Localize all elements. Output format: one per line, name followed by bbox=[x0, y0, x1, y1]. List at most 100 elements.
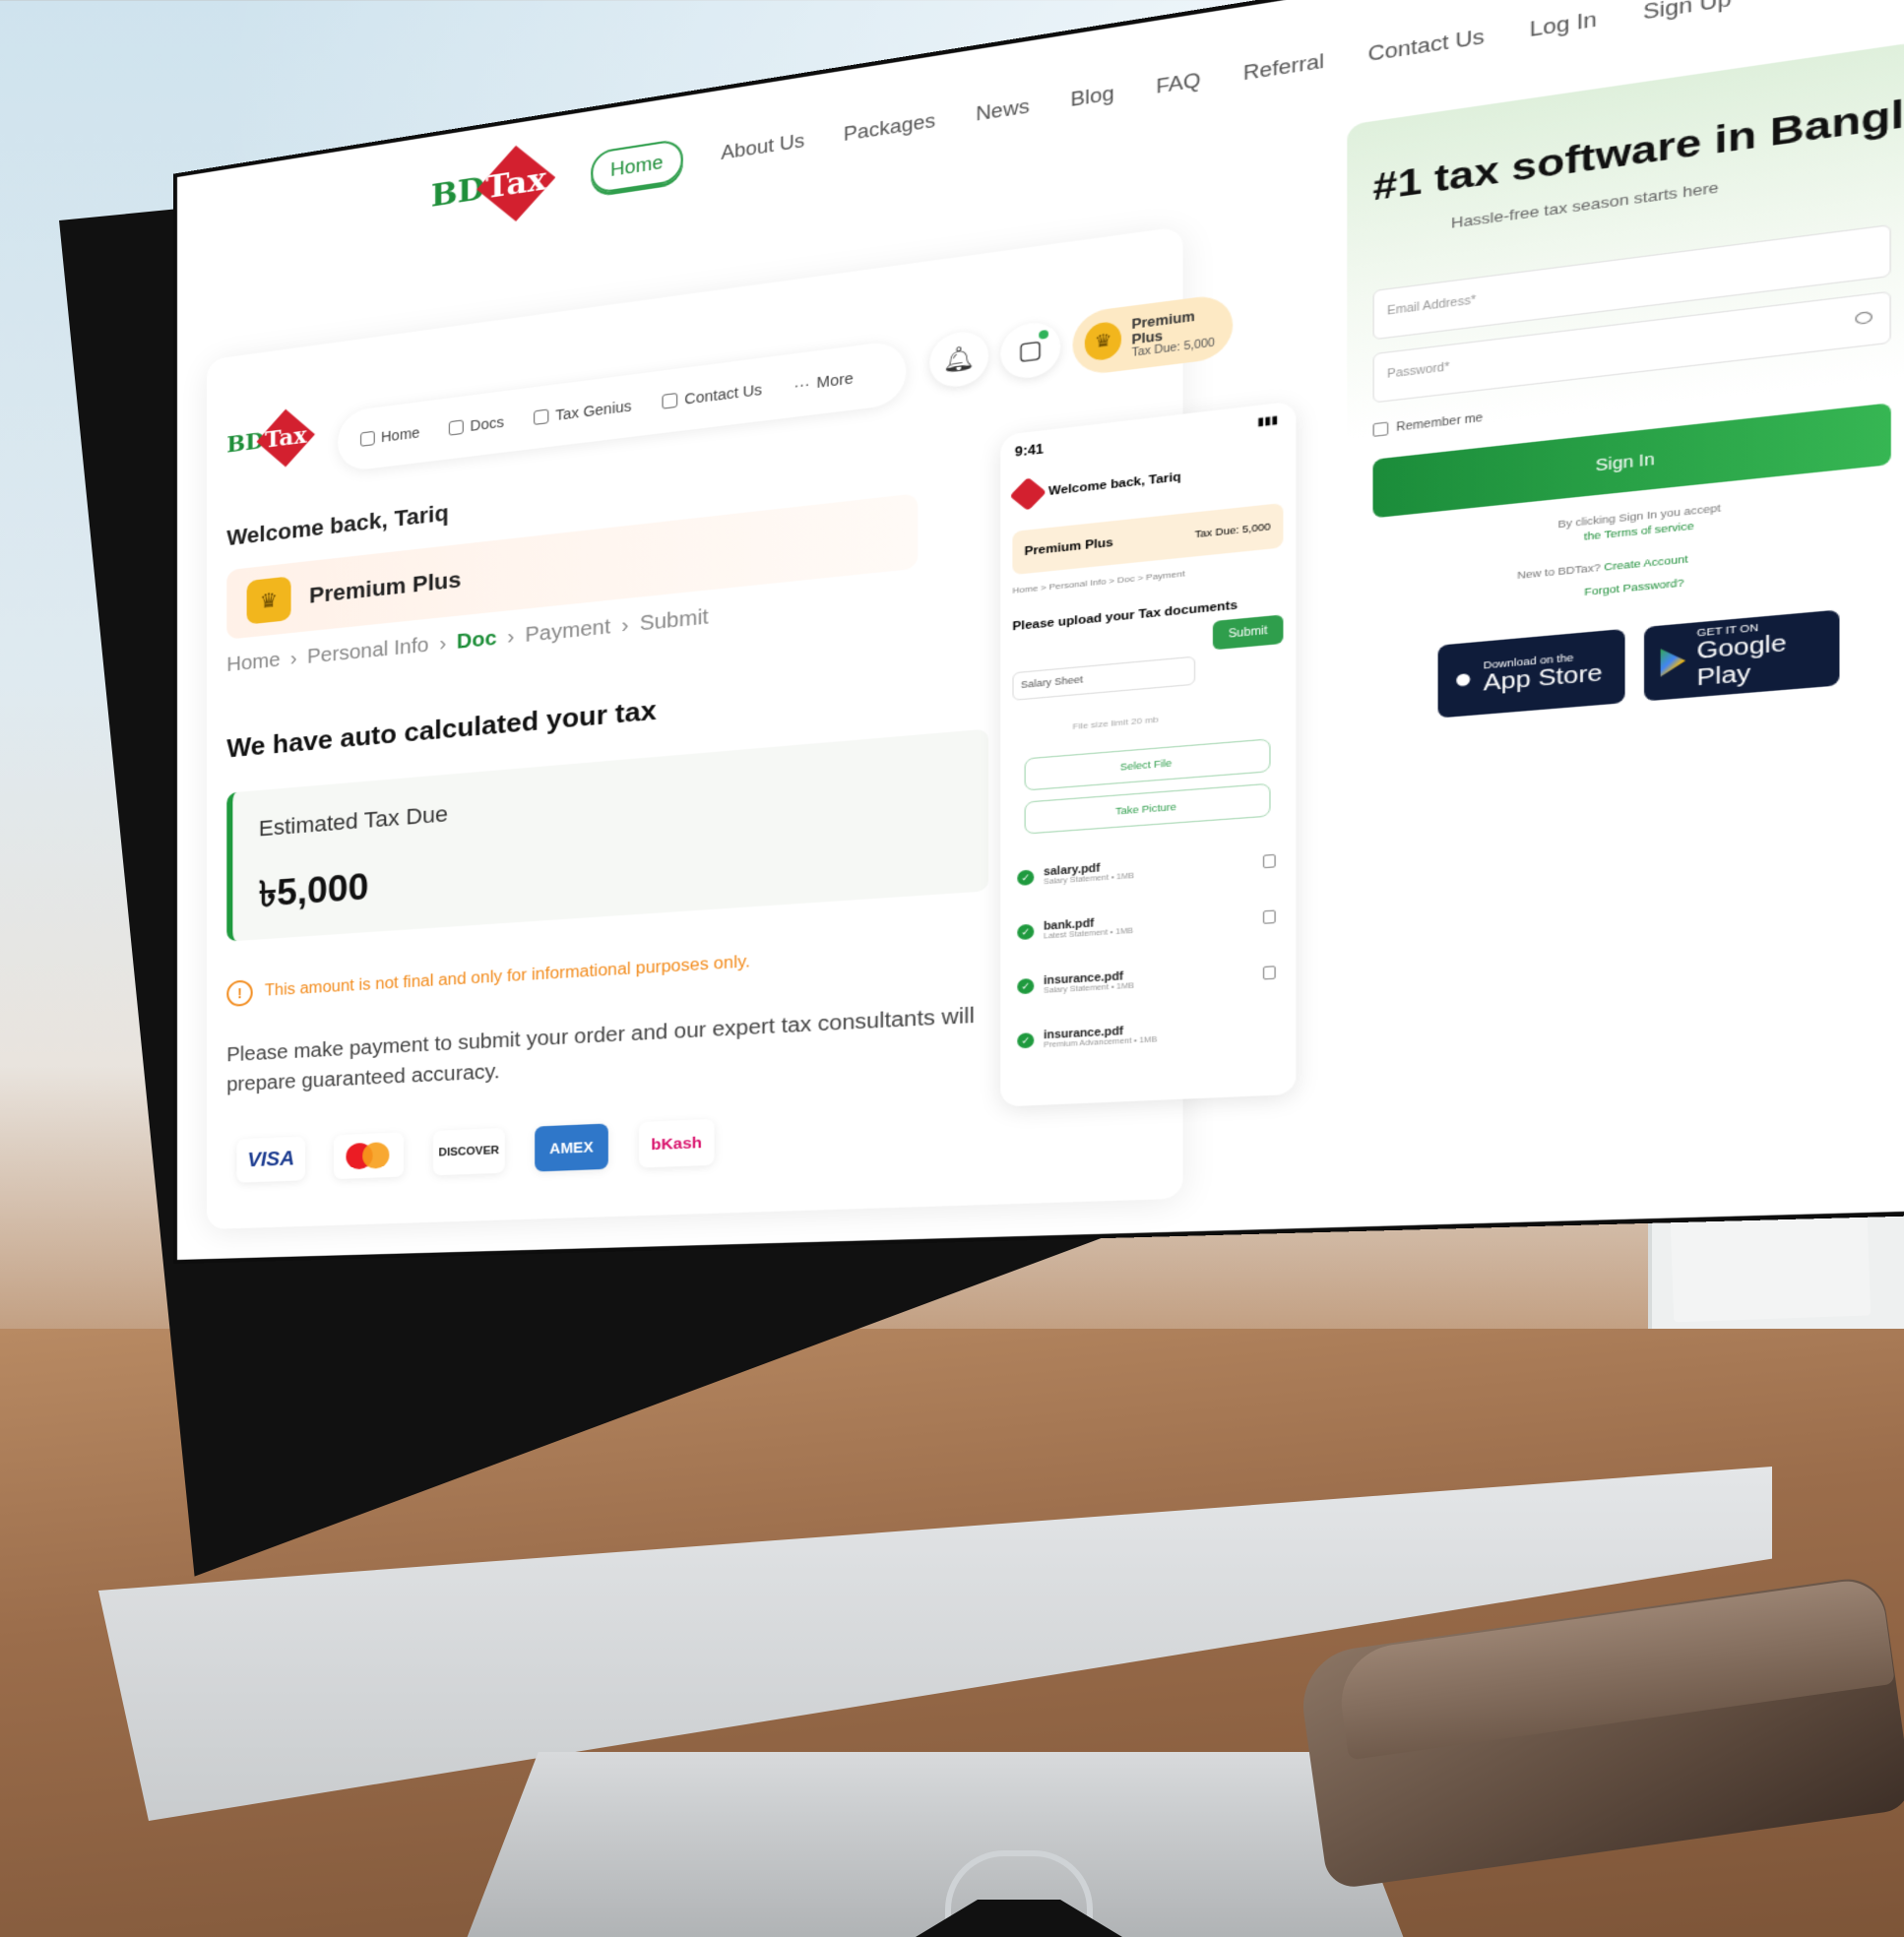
subnav-tax-genius[interactable]: Tax Genius bbox=[534, 397, 632, 426]
nav-about[interactable]: About Us bbox=[721, 130, 804, 164]
file-row[interactable]: ✓ bank.pdf Latest Statement • 1MB bbox=[1017, 895, 1276, 955]
info-icon bbox=[662, 392, 678, 409]
trash-icon[interactable] bbox=[1262, 966, 1276, 980]
google-play-icon bbox=[1661, 647, 1685, 677]
phone-submit-button[interactable]: Submit bbox=[1212, 614, 1284, 651]
file-info: insurance.pdf Premium Advancement • 1MB bbox=[1044, 1025, 1157, 1049]
visa-logo[interactable]: VISA bbox=[236, 1136, 305, 1183]
phone-plan-banner: Premium Plus Tax Due: 5,000 bbox=[1012, 502, 1284, 576]
file-info: salary.pdf Salary Statement • 1MB bbox=[1044, 860, 1134, 887]
nav-news[interactable]: News bbox=[976, 95, 1030, 126]
chat-icon: ▢ bbox=[1017, 335, 1044, 365]
subnav-home-label: Home bbox=[381, 423, 420, 446]
remember-checkbox[interactable] bbox=[1372, 421, 1389, 437]
phone-time: 9:41 bbox=[1014, 441, 1045, 461]
warning-text: This amount is not final and only for in… bbox=[264, 953, 750, 1000]
signal-icon: ▮▮▮ bbox=[1257, 413, 1279, 429]
select-file-button[interactable]: Select File bbox=[1024, 738, 1271, 791]
check-icon: ✓ bbox=[1017, 1032, 1035, 1049]
phone-logo bbox=[1009, 476, 1047, 512]
nav-login[interactable]: Log In bbox=[1530, 8, 1597, 42]
nav-blog[interactable]: Blog bbox=[1070, 82, 1114, 111]
subnav-more[interactable]: ··· More bbox=[793, 369, 853, 394]
chevron-right-icon: › bbox=[621, 613, 629, 638]
logo-tax: Tax bbox=[256, 406, 315, 470]
subnav-home[interactable]: Home bbox=[360, 424, 419, 448]
subnav-more-label: More bbox=[816, 369, 854, 392]
breadcrumb-payment[interactable]: Payment bbox=[525, 615, 610, 648]
site-logo[interactable]: BD Tax bbox=[431, 140, 556, 234]
breadcrumb-doc[interactable]: Doc bbox=[457, 627, 497, 655]
upload-heading: Please upload your Tax documents bbox=[1012, 598, 1238, 634]
new-pre: New to BDTax? bbox=[1517, 561, 1601, 582]
phone-breadcrumb: Home > Personal Info > Doc > Payment bbox=[1012, 568, 1185, 596]
screen: BD Tax Home About Us Packages News Blog … bbox=[177, 0, 1904, 1260]
home-icon bbox=[360, 430, 375, 447]
chevron-right-icon: › bbox=[289, 647, 297, 670]
file-row[interactable]: ✓ insurance.pdf Salary Statement • 1MB bbox=[1017, 950, 1276, 1008]
trash-icon[interactable] bbox=[1262, 909, 1276, 924]
dashboard-logo[interactable]: BD Tax bbox=[226, 406, 315, 474]
estimate-amount: ৳5,000 bbox=[258, 865, 369, 915]
upload-hint: File size limit 20 mb bbox=[1072, 714, 1159, 732]
breadcrumb-home[interactable]: Home bbox=[226, 649, 280, 677]
google-play-button[interactable]: GET IT ON Google Play bbox=[1644, 609, 1840, 702]
file-info: bank.pdf Latest Statement • 1MB bbox=[1044, 915, 1133, 941]
apple-icon: ● bbox=[1453, 662, 1473, 696]
create-account-link[interactable]: Create Account bbox=[1604, 553, 1688, 573]
take-picture-button[interactable]: Take Picture bbox=[1024, 782, 1271, 835]
breadcrumb-personal-info[interactable]: Personal Info bbox=[307, 634, 428, 669]
app-store-badges: ● Download on the App Store GET IT ON Go… bbox=[1437, 609, 1840, 719]
app-store-button[interactable]: ● Download on the App Store bbox=[1437, 628, 1625, 719]
more-icon: ··· bbox=[793, 374, 810, 395]
estimate-label: Estimated Tax Due bbox=[258, 800, 449, 842]
warning-note: ! This amount is not final and only for … bbox=[226, 949, 750, 1008]
nav-contact[interactable]: Contact Us bbox=[1368, 26, 1485, 67]
subnav-contact[interactable]: Contact Us bbox=[662, 381, 763, 410]
subnav-contact-label: Contact Us bbox=[684, 381, 763, 407]
package-badge[interactable]: ♛ Premium Plus Tax Due: 5,000 bbox=[1072, 292, 1234, 377]
discover-logo[interactable]: DISCOVER bbox=[432, 1127, 505, 1176]
phone-mockup: 9:41 ▮▮▮ Welcome back, Tariq Premium Plu… bbox=[1000, 401, 1297, 1107]
subnav-tax-genius-label: Tax Genius bbox=[555, 397, 632, 424]
crown-icon: ♛ bbox=[1084, 320, 1122, 362]
logo-tax: Tax bbox=[476, 140, 555, 227]
amex-logo[interactable]: AMEX bbox=[535, 1123, 608, 1172]
eye-icon[interactable] bbox=[1855, 310, 1872, 326]
plan-name: Premium Plus bbox=[309, 566, 462, 608]
chevron-right-icon: › bbox=[439, 632, 447, 656]
forgot-password-link[interactable]: Forgot Password? bbox=[1584, 577, 1683, 597]
auto-calc-heading: We have auto calculated your tax bbox=[226, 694, 657, 764]
phone-welcome: Welcome back, Tariq bbox=[1047, 470, 1181, 499]
trash-icon[interactable] bbox=[1262, 853, 1276, 869]
subnav-docs[interactable]: Docs bbox=[449, 413, 504, 437]
file-row[interactable]: ✓ salary.pdf Salary Statement • 1MB bbox=[1017, 839, 1276, 900]
chat-button[interactable]: ▢ bbox=[1000, 319, 1060, 381]
nav-home[interactable]: Home bbox=[591, 138, 683, 195]
subnav-docs-label: Docs bbox=[470, 413, 504, 435]
check-icon: ✓ bbox=[1017, 923, 1035, 941]
welcome-text: Welcome back, Tariq bbox=[226, 499, 449, 551]
nav-signup[interactable]: Sign Up bbox=[1643, 0, 1732, 25]
document-type-select[interactable]: Salary Sheet bbox=[1012, 656, 1196, 701]
bulb-icon bbox=[534, 408, 549, 425]
google-play-text: GET IT ON Google Play bbox=[1696, 616, 1822, 693]
phone-header: Welcome back, Tariq bbox=[1009, 466, 1181, 512]
breadcrumb-submit[interactable]: Submit bbox=[640, 605, 709, 636]
mastercard-logo[interactable] bbox=[333, 1132, 405, 1180]
nav-faq[interactable]: FAQ bbox=[1156, 69, 1200, 98]
nav-referral[interactable]: Referral bbox=[1243, 50, 1324, 86]
bkash-logo[interactable]: bKash bbox=[638, 1118, 715, 1168]
signin-panel: #1 tax software in Bangladesh Hassle-fre… bbox=[1347, 41, 1904, 912]
nav-packages[interactable]: Packages bbox=[844, 109, 935, 146]
notification-button[interactable]: 🔔︎ bbox=[929, 329, 988, 390]
app-store-text: Download on the App Store bbox=[1484, 649, 1603, 697]
estimate-box: Estimated Tax Due ৳5,000 bbox=[226, 728, 989, 942]
dashboard-subnav: Home Docs Tax Genius Contact Us ··· More bbox=[338, 340, 906, 473]
file-info: insurance.pdf Salary Statement • 1MB bbox=[1044, 970, 1134, 995]
payment-text: Please make payment to submit your order… bbox=[226, 1004, 975, 1096]
google-play-line2: Google Play bbox=[1696, 630, 1787, 692]
file-row[interactable]: ✓ insurance.pdf Premium Advancement • 1MB bbox=[1017, 1006, 1275, 1063]
phone-plan: Premium Plus bbox=[1024, 535, 1113, 559]
remember-me[interactable]: Remember me bbox=[1372, 411, 1483, 437]
